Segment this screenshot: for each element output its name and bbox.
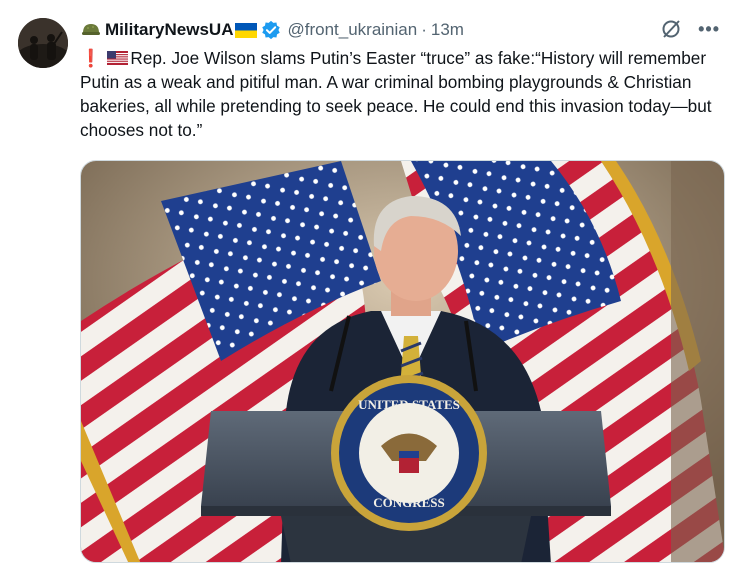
tweet[interactable]: MilitaryNewsUA @front_ukrainian · 13m ••… [0, 0, 740, 580]
photo-congressman-at-podium: UNITED STATES CONGRESS [81, 161, 724, 562]
exclamation-icon: ❗ [80, 48, 102, 68]
author-name[interactable]: MilitaryNewsUA [105, 20, 233, 40]
grok-icon[interactable] [660, 18, 682, 40]
soldiers-silhouette-avatar [18, 18, 68, 68]
header-actions: ••• [660, 18, 720, 40]
ukraine-flag-icon [235, 22, 258, 38]
more-options-icon[interactable]: ••• [698, 19, 720, 40]
author-handle[interactable]: @front_ukrainian [287, 20, 417, 40]
tweet-body: Rep. Joe Wilson slams Putin’s Easter “tr… [80, 48, 712, 140]
us-flag-icon [107, 51, 129, 65]
tweet-timestamp[interactable]: 13m [431, 20, 464, 40]
tweet-text: ❗ Rep. Joe Wilson slams Putin’s Easter “t… [80, 46, 725, 142]
verified-badge-icon[interactable] [261, 20, 281, 40]
seal-bottom-text: CONGRESS [373, 495, 445, 510]
seal-top-text: UNITED STATES [358, 397, 460, 412]
congress-seal: UNITED STATES CONGRESS [331, 375, 487, 531]
separator-dot: · [421, 20, 427, 39]
tweet-header: MilitaryNewsUA @front_ukrainian · 13m ••… [80, 16, 720, 44]
tweet-photo[interactable]: UNITED STATES CONGRESS [80, 160, 725, 563]
author-avatar[interactable] [18, 18, 68, 68]
helmet-icon [82, 24, 100, 35]
